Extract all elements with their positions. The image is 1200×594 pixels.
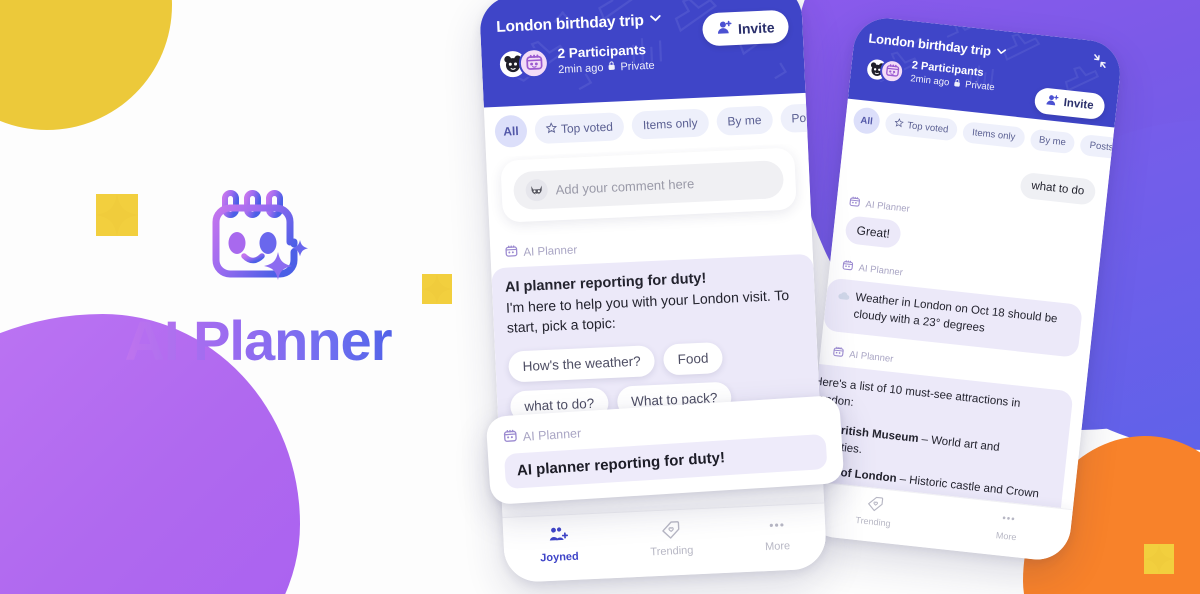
filter-chip-top-voted-back[interactable]: Top voted — [884, 111, 959, 142]
add-person-icon — [1045, 93, 1060, 110]
topic-chip-weather[interactable]: How's the weather? — [507, 344, 656, 383]
collapse-icon[interactable] — [1091, 53, 1108, 75]
ai-planner-icon — [502, 428, 518, 447]
cloud-icon — [836, 290, 851, 309]
chat-body-back: what to do AI Planner Great! AI Planner … — [804, 138, 1111, 524]
tag-heart-icon — [866, 495, 884, 515]
star-icon — [894, 118, 904, 131]
nav-item-more-back[interactable]: More — [995, 509, 1019, 542]
chevron-down-icon — [995, 44, 1008, 60]
bottom-nav-front[interactable]: Joyned Trending More — [502, 502, 828, 584]
participants-meta-front: 2 Participants 2min ago Private — [557, 42, 655, 76]
filter-chip-top-voted-front[interactable]: Top voted — [534, 112, 625, 145]
filter-chip-by-me-front[interactable]: By me — [715, 105, 774, 136]
decor-yellow-circle — [0, 0, 172, 130]
add-person-icon — [717, 19, 734, 39]
brand-name: AI Planner — [108, 311, 408, 371]
lock-icon — [952, 78, 961, 92]
star-icon — [545, 122, 558, 136]
invite-button-front[interactable]: Invite — [702, 9, 790, 47]
nav-item-trending[interactable]: Trending — [649, 519, 694, 558]
chevron-down-icon — [648, 11, 662, 30]
comment-placeholder: Add your comment here — [555, 175, 695, 197]
participants-meta-back: 2 Participants 2min ago Private — [909, 59, 996, 94]
people-plus-icon — [548, 525, 569, 549]
ellipsis-icon — [999, 510, 1017, 530]
nav-item-trending-back[interactable]: Trending — [855, 494, 893, 529]
filter-chip-posts-back[interactable]: Posts — [1079, 133, 1115, 159]
ai-planner-icon — [832, 345, 846, 361]
filter-chip-all-back[interactable]: All — [852, 106, 881, 136]
chat-header-front: London birthday trip 2 Participants 2min… — [478, 0, 806, 108]
collapse-icon[interactable] — [768, 0, 785, 3]
ai-planner-icon — [848, 195, 862, 211]
filter-chip-all-front[interactable]: All — [494, 114, 528, 148]
comment-input[interactable]: Add your comment here — [512, 159, 785, 211]
ai-planner-avatar — [518, 47, 550, 79]
sparkle-icon-bottom-right — [1144, 544, 1174, 574]
tag-heart-icon — [661, 520, 681, 543]
ai-planner-icon — [841, 259, 855, 275]
nav-item-more[interactable]: More — [764, 515, 790, 553]
lock-icon — [607, 60, 617, 75]
nav-item-joyned[interactable]: Joyned — [539, 525, 579, 564]
time-ago-back: 2min ago — [909, 73, 950, 89]
user-message-bubble: what to do — [1019, 171, 1097, 206]
ai-greeting-bubble: Great! — [844, 215, 903, 249]
ellipsis-icon — [767, 515, 787, 538]
topic-chip-food[interactable]: Food — [662, 341, 724, 376]
filter-chip-posts-front[interactable]: Posts — [779, 102, 808, 134]
calendar-face-sparkle-icon — [212, 190, 308, 280]
phone-mockup-conversation: London birthday trip 2 Participants 2min… — [800, 15, 1124, 563]
filter-chip-by-me-back[interactable]: By me — [1029, 128, 1076, 154]
ai-planner-icon — [504, 244, 519, 262]
ai-planner-avatar — [878, 57, 906, 84]
poster-canvas: AI Planner London birthday trip 2 Partic… — [0, 0, 1200, 594]
participant-avatars-front[interactable] — [497, 47, 550, 80]
filter-chip-items-only-front[interactable]: Items only — [631, 108, 710, 140]
participant-avatars-back[interactable] — [864, 55, 906, 84]
brand-logo-block: AI Planner — [108, 190, 408, 371]
time-ago-front: 2min ago — [557, 61, 604, 76]
privacy-label-back: Private — [964, 79, 996, 94]
cat-avatar — [525, 178, 549, 202]
filter-chip-items-only-back[interactable]: Items only — [962, 120, 1026, 149]
comment-card: Add your comment here — [500, 147, 797, 223]
sparkle-icon-mid — [422, 274, 452, 304]
privacy-label-front: Private — [620, 59, 655, 74]
